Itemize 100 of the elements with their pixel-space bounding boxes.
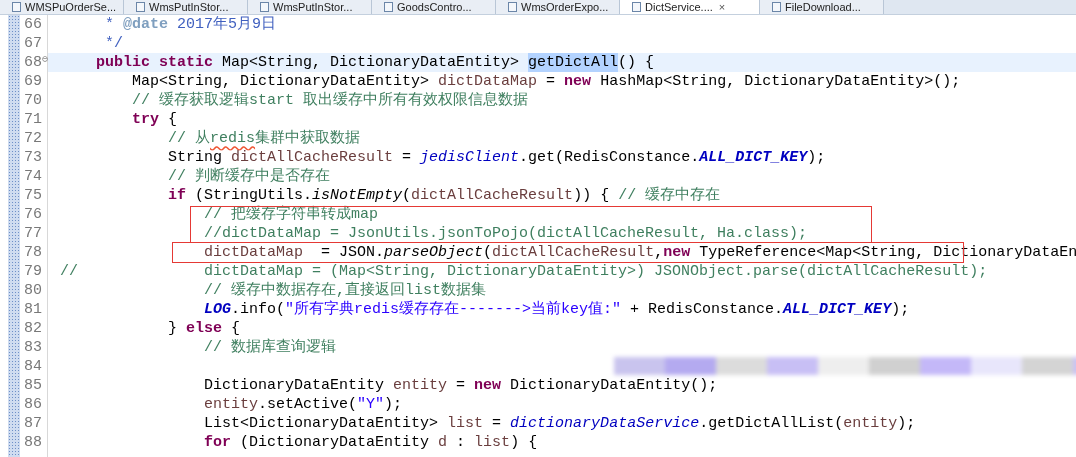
code-text: isNotEmpty (312, 186, 403, 205)
code-text: dictAllCacheResult (411, 186, 574, 205)
code-text: .getDictAllList( (699, 414, 844, 433)
line-number: 78 (24, 243, 42, 262)
file-icon (12, 2, 21, 12)
code-text: entity (203, 395, 259, 414)
code-text: dictionaryDataService (510, 414, 700, 433)
code-text: new (564, 72, 592, 91)
code-text: ) { (510, 433, 538, 452)
line-number: 69 (24, 72, 42, 91)
code-text: dictAllCacheResult (231, 148, 394, 167)
code-text: { (167, 110, 178, 129)
code-text: )) { (573, 186, 611, 205)
editor-tab[interactable]: DictService.... × (620, 0, 760, 14)
file-icon (384, 2, 393, 12)
code-text: list (474, 433, 511, 452)
line-number: 72 (24, 129, 42, 148)
code-text: redis (210, 130, 256, 148)
code-text: ); (897, 414, 916, 433)
code-text: Map<String, DictionaryDataEntity> (131, 72, 431, 91)
fold-toggle[interactable]: ⊖ (42, 53, 49, 67)
line-number: 83 (24, 338, 42, 357)
code-text: dictDataMap (438, 72, 538, 91)
code-text: new (663, 243, 691, 262)
code-text: (DictionaryDataEntity (239, 433, 431, 452)
code-text: = (545, 72, 557, 91)
close-button[interactable]: × (718, 0, 726, 14)
code-text: () { (618, 53, 655, 72)
code-text: // 判断缓存中是否存在 (167, 167, 331, 186)
line-number: 73 (24, 148, 42, 167)
code-text: // 数据库查询逻辑 (203, 338, 337, 357)
code-text: public static (95, 53, 215, 72)
line-number: 84 (24, 357, 42, 376)
code-text: // 从 (167, 129, 211, 148)
code-text: try (131, 110, 160, 129)
code-text: = JSON. (320, 243, 385, 262)
code-text: */ (104, 34, 123, 53)
file-icon (772, 2, 781, 12)
code-text: ); (807, 148, 826, 167)
code-text: // 缓存中存在 (618, 186, 721, 205)
line-number: 70 (24, 91, 42, 110)
editor-tab[interactable]: WmsPutInStor... (124, 0, 248, 14)
code-text: = (455, 376, 467, 395)
code-text: : (455, 433, 467, 452)
code-text: for (203, 433, 232, 452)
line-number: 81 (24, 300, 42, 319)
code-text: .info( (231, 300, 286, 319)
editor-tab[interactable]: WmsPutInStor... (248, 0, 372, 14)
code-text: dictDataMap (203, 243, 304, 262)
code-text: // 缓存中数据存在,直接返回list数据集 (203, 281, 487, 300)
line-number: 66 (24, 15, 42, 34)
code-text: entity (393, 376, 448, 395)
code-text: ( (483, 243, 493, 262)
code-text: ( (402, 186, 412, 205)
code-text: d (438, 433, 448, 452)
code-text: (StringUtils. (194, 186, 313, 205)
file-icon (260, 2, 269, 12)
code-text: } (167, 319, 179, 338)
code-text: String (167, 148, 224, 167)
code-text: // dictDataMap = (Map<String, DictionaryDataEntity>) JSONObject.parse(dictAllCacheResult); (60, 262, 988, 281)
line-number: 86 (24, 395, 42, 414)
code-text: "Y" (357, 395, 385, 414)
line-number: 71 (24, 110, 42, 129)
file-icon (508, 2, 517, 12)
code-text: parseObject (384, 243, 484, 262)
code-text: //dictDataMap = JsonUtils.jsonToPojo(dictAllCacheResult, Ha.class); (203, 224, 808, 243)
code-text: HashMap<String, DictionaryDataEntity>(); (599, 72, 961, 91)
code-text: ALL_DICT_KEY (699, 148, 808, 167)
code-text: jedisClient (420, 148, 520, 167)
line-number: 82 (24, 319, 42, 338)
code-text: * (104, 15, 115, 34)
code-text: DictionaryDataEntity(); (509, 376, 718, 395)
code-text: LOG (203, 300, 232, 319)
line-number: 75 (24, 186, 42, 205)
code-text: 集群中获取数据 (255, 129, 361, 148)
code-text: entity (843, 414, 898, 433)
code-text: = (491, 414, 503, 433)
code-text: ); (891, 300, 910, 319)
editor-tab[interactable]: WMSPuOrderSe... (0, 0, 124, 14)
file-icon (632, 2, 641, 12)
line-number: 77 (24, 224, 42, 243)
line-number: 87 (24, 414, 42, 433)
editor-tab[interactable]: WmsOrderExpo... (496, 0, 620, 14)
line-number: 80 (24, 281, 42, 300)
code-text: ALL_DICT_KEY (783, 300, 892, 319)
file-icon (136, 2, 145, 12)
line-number: 85 (24, 376, 42, 395)
code-text: DictionaryDataEntity (203, 376, 386, 395)
editor-tab[interactable]: FileDownload... (760, 0, 884, 14)
line-number: 74 (24, 167, 42, 186)
line-number: 88 (24, 433, 42, 452)
code-text: "所有字典redis缓存存在------->当前key值:" (285, 300, 622, 319)
line-number: 79 (24, 262, 42, 281)
code-text: ); (384, 395, 403, 414)
line-number: 67 (24, 34, 42, 53)
editor-tab[interactable]: GoodsContro... (372, 0, 496, 14)
code-text: // 缓存获取逻辑start 取出缓存中所有有效权限信息数据 (131, 91, 529, 110)
code-text: Map<String, DictionaryDataEntity> (222, 53, 521, 72)
code-text: list (447, 414, 484, 433)
code-text: 2017年5月9日 (176, 15, 277, 34)
